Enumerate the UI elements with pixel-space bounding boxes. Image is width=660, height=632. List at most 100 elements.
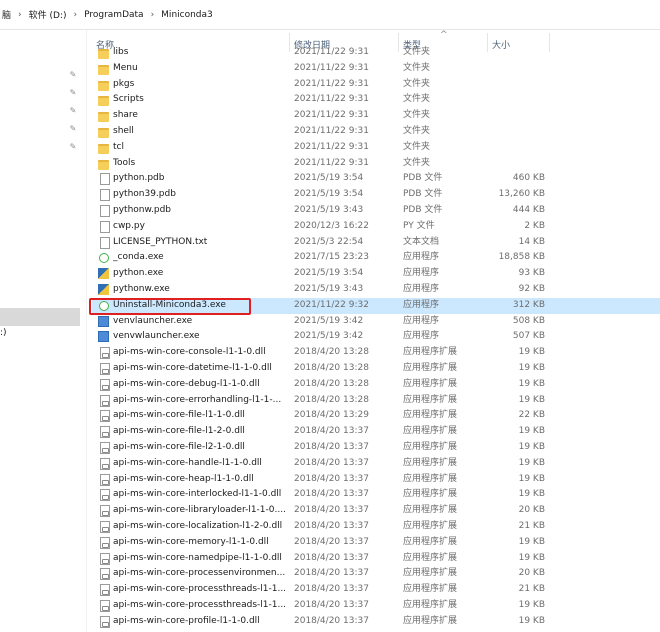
address-bar[interactable]: 脑 › 软件 (D:) › ProgramData › Miniconda3 — [0, 0, 660, 30]
file-date: 2018/4/20 13:37 — [294, 426, 369, 437]
file-name: api-ms-win-core-console-l1-1-0.dll — [113, 347, 266, 358]
file-type: 应用程序扩展 — [403, 394, 458, 405]
file-date: 2021/11/22 9:32 — [294, 299, 369, 310]
file-row[interactable]: LICENSE_PYTHON.txt 2021/5/3 22:54 文本文档 14 K… — [92, 235, 660, 251]
file-row[interactable]: python.exe 2021/5/19 3:54 应用程序 93 KB — [92, 266, 660, 282]
file-name: Uninstall-Miniconda3.exe — [113, 299, 226, 310]
conda-icon — [99, 253, 109, 264]
nav-item-selected[interactable] — [0, 308, 80, 326]
file-name: Tools — [113, 157, 136, 168]
file-size: 19 KB — [518, 378, 545, 389]
file-date: 2018/4/20 13:37 — [294, 599, 369, 610]
file-row[interactable]: Menu 2021/11/22 9:31 文件夹 — [92, 61, 660, 77]
application-icon — [98, 315, 109, 327]
file-date: 2018/4/20 13:37 — [294, 489, 369, 500]
file-date: 2018/4/20 13:37 — [294, 473, 369, 484]
file-row-selected[interactable]: Uninstall-Miniconda3.exe 2021/11/22 9:32 应… — [92, 297, 660, 314]
file-name: python.pdb — [113, 173, 165, 184]
file-rows: libs 2021/11/22 9:31 文件夹 Menu 2021/11/22 9:3… — [92, 45, 660, 629]
file-row[interactable]: api-ms-win-core-memory-l1-1-0.dll 2018/4/… — [92, 535, 660, 551]
file-row[interactable]: api-ms-win-core-datetime-l1-1-0.dll 2018/… — [92, 361, 660, 377]
file-name: pythonw.exe — [113, 283, 170, 294]
dll-icon — [100, 441, 110, 454]
file-row[interactable]: Scripts 2021/11/22 9:31 文件夹 — [92, 92, 660, 108]
file-type: 文件夹 — [403, 157, 431, 168]
file-name: libs — [113, 47, 129, 57]
file-size: 507 KB — [512, 331, 545, 342]
file-row[interactable]: api-ms-win-core-file-l1-2-0.dll 2018/4/20… — [92, 424, 660, 440]
file-type: PDB 文件 — [403, 204, 443, 215]
file-name: api-ms-win-core-libraryloader-l1-1-0.... — [113, 505, 286, 516]
file-row[interactable]: venvlauncher.exe 2021/5/19 3:42 应用程序 508 KB — [92, 314, 660, 330]
file-date: 2018/4/20 13:37 — [294, 505, 369, 516]
folder-icon — [98, 64, 109, 75]
file-name: api-ms-win-core-profile-l1-1-0.dll — [113, 615, 260, 626]
file-name: api-ms-win-core-file-l2-1-0.dll — [113, 441, 245, 452]
breadcrumb-programdata[interactable]: ProgramData — [84, 10, 143, 20]
file-row[interactable]: shell 2021/11/22 9:31 文件夹 — [92, 124, 660, 140]
file-row[interactable]: api-ms-win-core-namedpipe-l1-1-0.dll 2018… — [92, 551, 660, 567]
file-date: 2021/7/15 23:23 — [294, 252, 369, 263]
file-type: 应用程序扩展 — [403, 520, 458, 531]
file-row[interactable]: api-ms-win-core-profile-l1-1-0.dll 2018/4… — [92, 614, 660, 630]
file-row[interactable]: _conda.exe 2021/7/15 23:23 应用程序 18,858 KB — [92, 250, 660, 266]
file-date: 2021/5/19 3:54 — [294, 268, 364, 279]
chevron-right-icon[interactable]: › — [18, 10, 22, 20]
file-size: 92 KB — [518, 283, 545, 294]
file-date: 2018/4/20 13:37 — [294, 584, 369, 595]
file-type: 文件夹 — [403, 62, 431, 73]
file-date: 2018/4/20 13:28 — [294, 394, 369, 405]
file-row[interactable]: pythonw.exe 2021/5/19 3:43 应用程序 92 KB — [92, 282, 660, 298]
file-type: 应用程序扩展 — [403, 441, 458, 452]
file-row[interactable]: api-ms-win-core-handle-l1-1-0.dll 2018/4/… — [92, 456, 660, 472]
file-row[interactable]: api-ms-win-core-processthreads-l1-1... 20… — [92, 598, 660, 614]
chevron-right-icon[interactable]: › — [73, 10, 77, 20]
file-row[interactable]: api-ms-win-core-localization-l1-2-0.dll 2… — [92, 519, 660, 535]
chevron-right-icon[interactable]: › — [151, 10, 155, 20]
file-size: 20 KB — [518, 568, 545, 579]
file-row[interactable]: api-ms-win-core-interlocked-l1-1-0.dll 20… — [92, 487, 660, 503]
file-list[interactable]: 名称 修改日期 类型 ^ 大小 libs 2021/11/22 9:31 文件夹 Me… — [92, 30, 660, 632]
file-row[interactable]: api-ms-win-core-console-l1-1-0.dll 2018/4… — [92, 345, 660, 361]
file-row[interactable]: python.pdb 2021/5/19 3:54 PDB 文件 460 KB — [92, 171, 660, 187]
file-size: 20 KB — [518, 505, 545, 516]
navigation-pane[interactable]: ✎ ✎ ✎ ✎ ✎ :) — [0, 30, 87, 632]
file-row[interactable]: python39.pdb 2021/5/19 3:54 PDB 文件 13,260 K… — [92, 187, 660, 203]
file-type: 应用程序 — [403, 331, 440, 342]
breadcrumb-miniconda3[interactable]: Miniconda3 — [161, 10, 213, 20]
file-size: 13,260 KB — [498, 189, 545, 200]
folder-icon — [98, 112, 109, 123]
file-row[interactable]: libs 2021/11/22 9:31 文件夹 — [92, 45, 660, 61]
file-row[interactable]: api-ms-win-core-processthreads-l1-1... 20… — [92, 582, 660, 598]
file-row[interactable]: api-ms-win-core-libraryloader-l1-1-0....… — [92, 503, 660, 519]
file-row[interactable]: venvwlauncher.exe 2021/5/19 3:42 应用程序 507 K… — [92, 329, 660, 345]
file-row[interactable]: pythonw.pdb 2021/5/19 3:43 PDB 文件 444 KB — [92, 203, 660, 219]
dll-icon — [100, 378, 110, 391]
file-type: 文件夹 — [403, 125, 431, 136]
file-row[interactable]: api-ms-win-core-errorhandling-l1-1-... 20… — [92, 393, 660, 409]
file-name: api-ms-win-core-heap-l1-1-0.dll — [113, 473, 254, 484]
pin-icon: ✎ — [69, 70, 77, 79]
file-name: venvwlauncher.exe — [113, 331, 200, 342]
file-row[interactable]: api-ms-win-core-processenvironmen... 2018… — [92, 566, 660, 582]
breadcrumb-drive[interactable]: 软件 (D:) — [29, 8, 67, 21]
breadcrumb-computer[interactable]: 脑 — [2, 8, 11, 21]
file-row[interactable]: tcl 2021/11/22 9:31 文件夹 — [92, 140, 660, 156]
file-row[interactable]: cwp.py 2020/12/3 16:22 PY 文件 2 KB — [92, 219, 660, 235]
file-size: 19 KB — [518, 457, 545, 468]
file-type: 文件夹 — [403, 94, 431, 105]
file-date: 2021/11/22 9:31 — [294, 94, 369, 105]
nav-item-drive-label[interactable]: :) — [0, 328, 7, 338]
file-date: 2021/5/19 3:43 — [294, 204, 364, 215]
dll-icon — [100, 473, 110, 486]
file-row[interactable]: api-ms-win-core-heap-l1-1-0.dll 2018/4/20… — [92, 472, 660, 488]
file-row[interactable]: api-ms-win-core-file-l2-1-0.dll 2018/4/20… — [92, 440, 660, 456]
file-row[interactable]: pkgs 2021/11/22 9:31 文件夹 — [92, 77, 660, 93]
file-row[interactable]: Tools 2021/11/22 9:31 文件夹 — [92, 156, 660, 172]
folder-icon — [98, 159, 109, 170]
file-row[interactable]: api-ms-win-core-file-l1-1-0.dll 2018/4/20… — [92, 408, 660, 424]
file-row[interactable]: api-ms-win-core-debug-l1-1-0.dll 2018/4/2… — [92, 377, 660, 393]
file-size: 19 KB — [518, 426, 545, 437]
file-size: 19 KB — [518, 489, 545, 500]
file-row[interactable]: share 2021/11/22 9:31 文件夹 — [92, 108, 660, 124]
